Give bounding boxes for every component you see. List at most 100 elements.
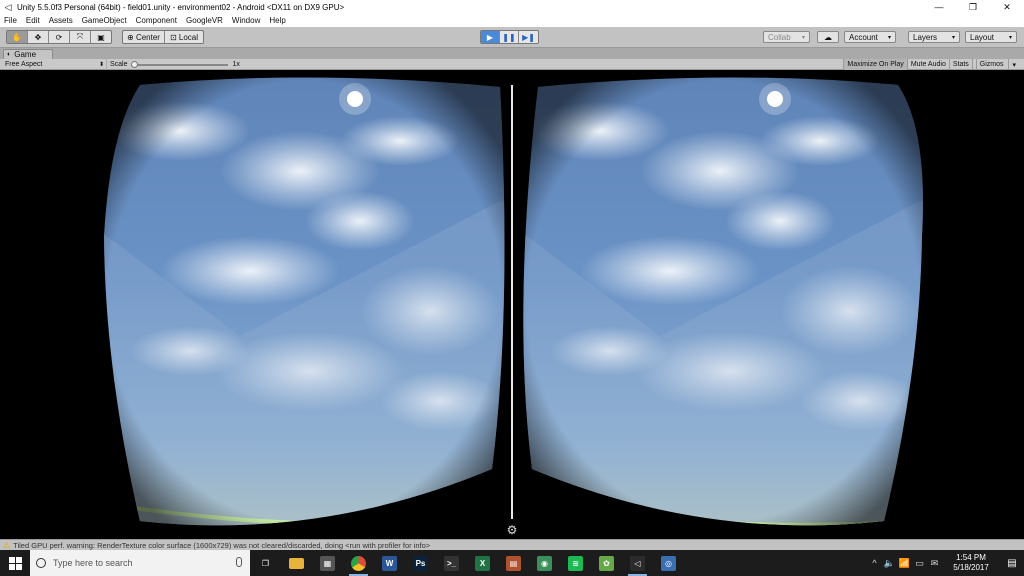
collab-dropdown[interactable]: Collab ▾ xyxy=(763,31,810,43)
game-view-icon: ◐ xyxy=(7,51,12,58)
app-orange-icon: ▤ xyxy=(506,555,521,571)
aspect-label: Free Aspect xyxy=(5,61,43,68)
updown-arrows-icon: ⬍ xyxy=(98,62,104,68)
tab-game[interactable]: ◐ Game xyxy=(3,49,53,59)
toolbar: ✋ ✥ ⟳ ⤧ ▣ ⊕ Center ⊡ Local ▶ ❚❚ ▶❚ Colla… xyxy=(0,27,1024,48)
unity-icon: ◁ xyxy=(630,555,645,571)
rect-tool-icon[interactable]: ▣ xyxy=(91,31,111,43)
android-studio-icon: ◉ xyxy=(537,555,552,571)
windows-taskbar: Type here to search ❐ ▦ W Ps >_ X ▤ ◉ ≋ ✿ ◁ ◎ ^ 🔈 📶… xyxy=(0,550,1024,576)
status-message: Tiled GPU perf. warning: RenderTexture c… xyxy=(13,540,431,550)
cloud-icon: ☁ xyxy=(824,32,832,42)
layout-dropdown[interactable]: Layout ▾ xyxy=(965,31,1017,43)
clock-time: 1:54 PM xyxy=(956,553,986,562)
mute-audio-toggle[interactable]: Mute Audio xyxy=(906,59,949,70)
scale-slider-handle[interactable] xyxy=(130,60,138,68)
taskbar-app-spotify[interactable]: ≋ xyxy=(560,550,591,576)
chevron-down-icon: ▾ xyxy=(801,34,805,41)
scale-tool-icon[interactable]: ⤧ xyxy=(70,31,91,43)
taskbar-app-app-orange[interactable]: ▤ xyxy=(498,550,529,576)
pause-button[interactable]: ❚❚ xyxy=(500,31,519,43)
microphone-icon[interactable] xyxy=(236,557,242,567)
start-button[interactable] xyxy=(0,550,30,576)
account-dropdown[interactable]: Account ▾ xyxy=(844,31,896,43)
play-button[interactable]: ▶ xyxy=(481,31,500,43)
taskbar-app-excel[interactable]: X xyxy=(467,550,498,576)
layout-label: Layout xyxy=(970,32,995,42)
menu-googlevr[interactable]: GoogleVR xyxy=(186,16,223,25)
battery-icon[interactable]: ▭ xyxy=(912,558,927,569)
spotify-icon: ≋ xyxy=(568,555,583,571)
tab-bar: ◐ Game xyxy=(0,48,1024,59)
tab-game-label: Game xyxy=(14,50,37,59)
move-tool-icon[interactable]: ✥ xyxy=(28,31,49,43)
pivot-local-label: Local xyxy=(178,32,199,42)
search-placeholder: Type here to search xyxy=(53,558,133,568)
rotate-tool-icon[interactable]: ⟳ xyxy=(49,31,70,43)
system-tray: ^ 🔈 📶 ▭ ✉ 1:54 PM 5/18/2017 ▤ xyxy=(867,550,1024,576)
taskbar-app-task-view[interactable]: ❐ xyxy=(250,550,281,576)
layers-dropdown[interactable]: Layers ▾ xyxy=(908,31,960,43)
pivot-local-button[interactable]: ⊡ Local xyxy=(165,31,203,43)
maximize-on-play-toggle[interactable]: Maximize On Play xyxy=(843,59,907,70)
menu-file[interactable]: File xyxy=(4,16,17,25)
account-label: Account xyxy=(849,32,878,42)
app-green-icon: ✿ xyxy=(599,555,614,571)
scale-control: Scale 1x xyxy=(110,59,240,70)
layers-label: Layers xyxy=(913,32,938,42)
taskbar-app-file-explorer[interactable] xyxy=(281,550,312,576)
menu-component[interactable]: Component xyxy=(136,16,177,25)
gear-icon[interactable]: ⚙ xyxy=(505,523,519,537)
stereo-divider-line xyxy=(511,85,513,519)
menu-gameobject[interactable]: GameObject xyxy=(82,16,127,25)
chrome-icon xyxy=(351,555,366,571)
taskbar-app-cmd[interactable]: >_ xyxy=(436,550,467,576)
taskbar-app-word[interactable]: W xyxy=(374,550,405,576)
chevron-down-icon: ▾ xyxy=(1008,34,1012,41)
scale-slider[interactable] xyxy=(130,60,228,68)
gizmos-label: Gizmos xyxy=(975,59,1007,70)
step-button[interactable]: ▶❚ xyxy=(519,31,538,43)
game-view-toggles: Maximize On Play Mute Audio Stats Gizmos… xyxy=(843,59,1022,70)
menu-assets[interactable]: Assets xyxy=(49,16,73,25)
taskbar-app-android-studio[interactable]: ◉ xyxy=(529,550,560,576)
taskbar-app-unity[interactable]: ◁ xyxy=(622,550,653,576)
chevron-down-icon: ▾ xyxy=(1008,59,1019,70)
game-view-controls: Free Aspect ⬍ Scale 1x Maximize On Play … xyxy=(0,59,1024,70)
unity-icon: ◁ xyxy=(4,1,12,12)
windows-logo-icon xyxy=(8,556,22,570)
network-icon[interactable]: 📶 xyxy=(897,558,912,569)
menu-edit[interactable]: Edit xyxy=(26,16,40,25)
taskbar-search-box[interactable]: Type here to search xyxy=(30,550,250,576)
cmd-icon: >_ xyxy=(444,555,459,571)
volume-icon[interactable]: 🔈 xyxy=(882,558,897,569)
aspect-dropdown[interactable]: Free Aspect ⬍ xyxy=(5,59,107,70)
taskbar-app-app-green[interactable]: ✿ xyxy=(591,550,622,576)
console-status-bar[interactable]: ⚠ Tiled GPU perf. warning: RenderTexture… xyxy=(0,539,1024,550)
close-button[interactable]: ✕ xyxy=(990,0,1024,14)
menu-window[interactable]: Window xyxy=(232,16,260,25)
title-bar: ◁ Unity 5.5.0f3 Personal (64bit) - field… xyxy=(0,0,1024,14)
menu-help[interactable]: Help xyxy=(269,16,285,25)
show-hidden-icons-icon[interactable]: ^ xyxy=(867,558,882,568)
scale-label: Scale xyxy=(110,61,128,68)
taskbar-app-calculator[interactable]: ▦ xyxy=(312,550,343,576)
taskbar-app-chrome[interactable] xyxy=(343,550,374,576)
task-view-icon: ❐ xyxy=(258,555,273,571)
action-center-icon[interactable]: ▤ xyxy=(1000,550,1024,576)
pivot-center-button[interactable]: ⊕ Center xyxy=(123,31,165,43)
game-viewport[interactable]: ⚙ xyxy=(0,71,1024,539)
taskbar-app-app-blue[interactable]: ◎ xyxy=(653,550,684,576)
gizmos-dropdown[interactable]: Gizmos ▾ xyxy=(971,59,1022,70)
maximize-button[interactable]: ❐ xyxy=(956,0,990,14)
taskbar-app-photoshop[interactable]: Ps xyxy=(405,550,436,576)
word-icon: W xyxy=(382,555,397,571)
menu-bar: File Edit Assets GameObject Component Go… xyxy=(0,14,1024,27)
mail-icon[interactable]: ✉ xyxy=(927,558,942,569)
window-title: Unity 5.5.0f3 Personal (64bit) - field01… xyxy=(17,2,345,12)
minimize-button[interactable]: — xyxy=(922,0,956,14)
stats-toggle[interactable]: Stats xyxy=(948,59,972,70)
cloud-button[interactable]: ☁ xyxy=(817,31,839,43)
hand-tool-icon[interactable]: ✋ xyxy=(7,31,28,43)
taskbar-clock[interactable]: 1:54 PM 5/18/2017 xyxy=(946,553,996,573)
